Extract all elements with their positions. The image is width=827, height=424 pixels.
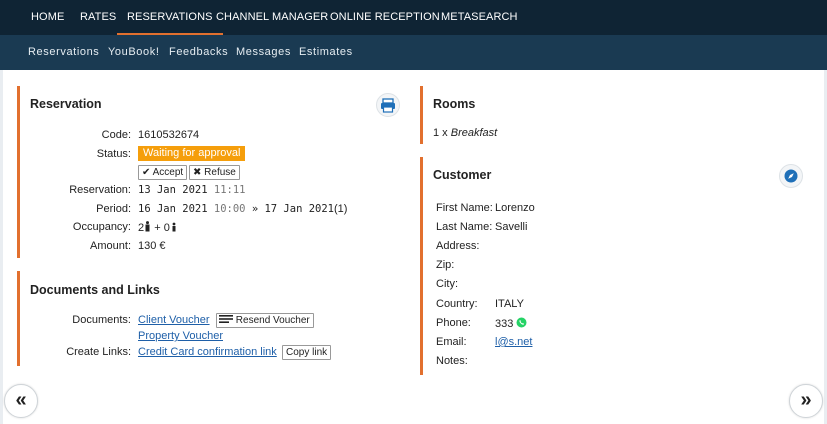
documents-panel (17, 271, 20, 366)
customer-country-label: Country: (436, 298, 478, 310)
status-label: Status: (96, 148, 131, 160)
customer-address-label: Address: (436, 240, 480, 252)
period-value: 16 Jan 2021 10:00 » 17 Jan 2021(1) (138, 203, 347, 215)
subnav-messages[interactable]: Messages (236, 35, 291, 70)
credit-card-confirmation-link[interactable]: Credit Card confirmation link (138, 346, 277, 358)
nav-channel-manager[interactable]: CHANNEL MANAGER (216, 0, 328, 35)
edit-customer-button[interactable] (779, 164, 803, 188)
nav-online-reception[interactable]: ONLINE RECEPTION (330, 0, 440, 35)
refuse-button[interactable]: ✖ Refuse (189, 165, 240, 180)
amount-value: 130 € (138, 240, 166, 252)
reservation-date-label: Reservation: (69, 184, 131, 196)
customer-last-name-label: Last Name: (436, 221, 493, 233)
period-to-date: 17 Jan 2021 (264, 203, 335, 215)
copy-link-button[interactable]: Copy link (282, 345, 332, 360)
reservation-time-value: 11:11 (213, 184, 246, 196)
printer-icon (381, 98, 395, 113)
property-voucher-link[interactable]: Property Voucher (138, 330, 223, 342)
customer-city-label: City: (436, 278, 458, 290)
print-button[interactable] (376, 93, 400, 117)
child-icon (172, 222, 176, 232)
customer-first-name-label: First Name: (436, 202, 493, 214)
subnav-reservations[interactable]: Reservations (28, 35, 99, 70)
customer-notes-label: Notes: (436, 355, 468, 367)
accept-label: Accept (152, 167, 184, 178)
customer-phone-row: 333 (495, 317, 527, 330)
customer-first-name: Lorenzo (495, 202, 535, 214)
customer-phone: 333 (495, 318, 514, 330)
code-label: Code: (101, 129, 131, 141)
whatsapp-icon[interactable] (516, 317, 527, 328)
reservation-date: 13 Jan 2021 11:11 (138, 184, 245, 196)
reservation-title: Reservation (30, 97, 102, 111)
customer-panel (420, 157, 423, 375)
occupancy-label: Occupancy: (72, 221, 131, 233)
room-name: Breakfast (450, 127, 498, 139)
rooms-panel (420, 86, 423, 144)
amount-label: Amount: (90, 240, 131, 252)
customer-email-label: Email: (436, 336, 467, 348)
client-voucher-link[interactable]: Client Voucher (138, 314, 210, 326)
create-links-label: Create Links: (66, 346, 131, 358)
accept-button[interactable]: ✔ Accept (138, 165, 188, 180)
documents-title: Documents and Links (30, 283, 160, 297)
reservation-code: 1610532674 (138, 129, 200, 141)
resend-voucher-button[interactable]: Resend Voucher (216, 313, 314, 328)
subnav-estimates[interactable]: Estimates (299, 35, 353, 70)
nav-reservations[interactable]: RESERVATIONS (117, 0, 223, 35)
customer-zip-label: Zip: (436, 259, 455, 271)
nav-metasearch[interactable]: METASEARCH (441, 0, 518, 35)
period-from-date: 16 Jan 2021 (138, 203, 208, 215)
lines-icon (219, 315, 233, 323)
top-navigation: HOME RATES RESERVATIONS CHANNEL MANAGER … (0, 0, 827, 35)
occupancy-plus: + (154, 222, 161, 234)
occupancy-value: 2 + 0 (138, 221, 177, 234)
rooms-title: Rooms (433, 97, 476, 111)
customer-phone-label: Phone: (436, 317, 471, 329)
customer-last-name: Savelli (495, 221, 528, 233)
room-quantity: 1 x (433, 127, 448, 139)
period-separator: » (251, 203, 259, 215)
nav-home[interactable]: HOME (31, 0, 64, 35)
subnav-youbook[interactable]: YouBook! (108, 35, 160, 70)
customer-email[interactable]: l@s.net (495, 336, 532, 348)
documents-label: Documents: (72, 314, 131, 326)
compass-icon (784, 169, 798, 183)
period-nights: (1) (334, 203, 348, 215)
reservation-date-value: 13 Jan 2021 (138, 184, 208, 196)
nav-rates[interactable]: RATES (80, 0, 116, 35)
customer-country: ITALY (495, 298, 524, 310)
period-from-time: 10:00 (213, 203, 246, 215)
previous-button[interactable]: « (4, 384, 38, 418)
room-item: 1 x Breakfast (433, 127, 497, 139)
subnav-feedbacks[interactable]: Feedbacks (169, 35, 228, 70)
adult-icon (145, 221, 150, 232)
check-icon: ✔ (142, 167, 151, 178)
status-badge: Waiting for approval (138, 146, 246, 161)
next-button[interactable]: » (789, 384, 823, 418)
reservation-panel (17, 86, 20, 258)
resend-voucher-label: Resend Voucher (235, 315, 310, 326)
refuse-label: Refuse (204, 167, 236, 178)
sub-navigation: Reservations YouBook! Feedbacks Messages… (0, 35, 827, 70)
period-label: Period: (96, 203, 131, 215)
close-icon: ✖ (193, 167, 202, 178)
customer-title: Customer (433, 168, 492, 182)
